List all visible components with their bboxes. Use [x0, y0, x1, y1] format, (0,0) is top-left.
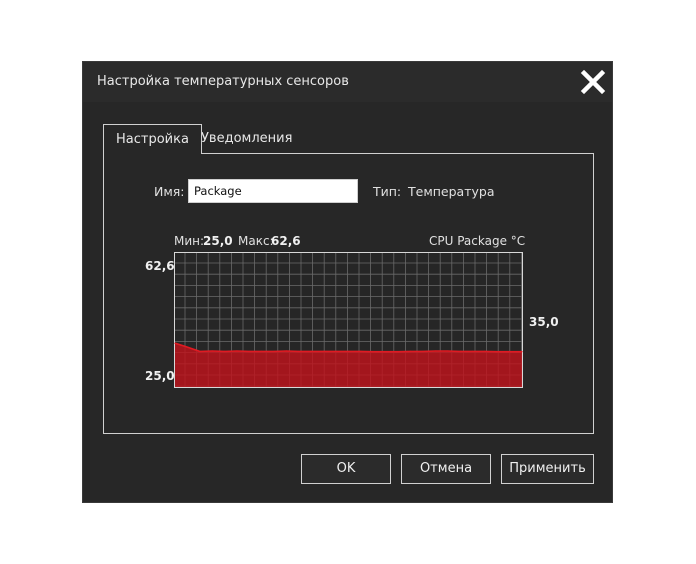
current-value-label: 35,0 — [529, 315, 559, 329]
temperature-point — [372, 351, 374, 353]
name-input[interactable] — [188, 179, 358, 203]
y-max-label: 62,6 — [145, 259, 175, 273]
temperature-point — [273, 350, 275, 352]
temperature-point — [285, 350, 288, 352]
temperature-point — [422, 350, 424, 352]
temperature-point — [347, 350, 350, 352]
min-value: 25,0 — [203, 234, 233, 248]
temperature-point — [298, 350, 300, 352]
temperature-point — [471, 350, 473, 352]
temperature-point — [224, 350, 226, 352]
temperature-point — [310, 350, 312, 352]
max-label: Макс: — [238, 234, 274, 248]
type-label: Тип: — [373, 184, 402, 199]
temperature-point — [509, 351, 511, 353]
temperature-point — [323, 350, 325, 352]
temperature-point — [385, 351, 387, 353]
tab-notifications[interactable]: Уведомления — [189, 124, 304, 153]
sensor-settings-dialog: Настройка температурных сенсоров Настрой… — [82, 61, 613, 503]
temperature-point — [447, 350, 449, 352]
temperature-point — [459, 350, 461, 352]
dialog-title: Настройка температурных сенсоров — [97, 74, 349, 89]
close-icon[interactable] — [580, 69, 606, 95]
temperature-point — [521, 351, 523, 353]
min-label: Мин: — [174, 234, 205, 248]
temperature-point — [248, 350, 250, 352]
name-label: Имя: — [154, 184, 185, 199]
ok-button[interactable]: OK — [301, 454, 391, 484]
temperature-point — [261, 350, 263, 352]
max-value: 62,6 — [271, 234, 301, 248]
temperature-point — [496, 351, 498, 353]
temperature-point — [397, 351, 399, 353]
temperature-point — [199, 350, 201, 352]
temperature-point — [434, 350, 436, 352]
apply-button[interactable]: Применить — [501, 454, 594, 484]
temperature-point — [174, 342, 176, 344]
temperature-point — [186, 346, 188, 348]
tab-settings[interactable]: Настройка — [103, 124, 202, 154]
temperature-point — [484, 350, 486, 352]
temperature-point — [360, 350, 362, 352]
temperature-graph — [174, 252, 523, 388]
temperature-point — [409, 350, 412, 352]
temperature-point — [236, 350, 238, 352]
cancel-button[interactable]: Отмена — [401, 454, 491, 484]
y-min-label: 25,0 — [145, 369, 175, 383]
temperature-point — [335, 350, 337, 352]
temperature-point — [211, 350, 213, 352]
type-value: Температура — [408, 184, 495, 199]
title-bar: Настройка температурных сенсоров — [83, 62, 612, 102]
sensor-label: CPU Package °C — [429, 234, 526, 248]
